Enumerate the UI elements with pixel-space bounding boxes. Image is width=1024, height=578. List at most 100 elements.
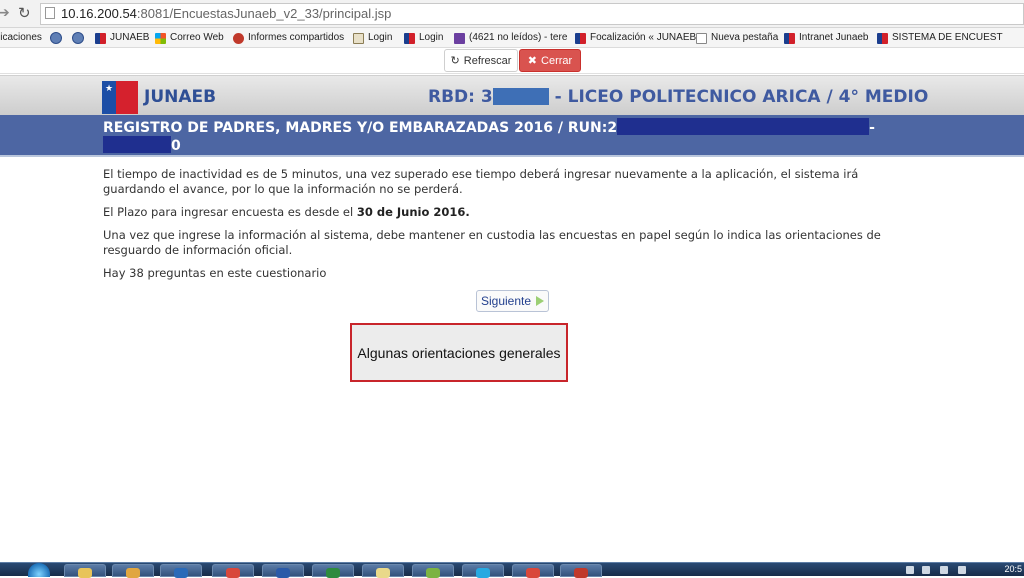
bookmark-label: Nueva pestaña bbox=[711, 32, 779, 43]
arrow-right-icon bbox=[536, 296, 545, 306]
refresh-label: Refrescar bbox=[463, 54, 512, 67]
site-header: ★ JUNAEB RBD: 3 - LICEO POLITECNICO ARIC… bbox=[0, 75, 1024, 115]
taskbar-excel-icon[interactable] bbox=[312, 564, 354, 578]
folder-icon bbox=[78, 568, 92, 578]
excel-icon bbox=[326, 568, 340, 578]
acrobat-icon bbox=[574, 568, 588, 578]
taskbar-chrome-icon[interactable] bbox=[160, 564, 202, 578]
form-title: REGISTRO DE PADRES, MADRES Y/O EMBARAZAD… bbox=[103, 118, 875, 136]
taskbar-clock[interactable]: 20:5 bbox=[1004, 564, 1022, 574]
refresh-button[interactable]: ↻ Refrescar bbox=[444, 49, 518, 72]
star-icon: ★ bbox=[105, 84, 114, 94]
bookmark-item[interactable]: (4621 no leídos) - tere bbox=[454, 28, 567, 47]
close-button[interactable]: ✖ Cerrar bbox=[519, 49, 581, 72]
bookmark-item[interactable]: Correo Web bbox=[155, 28, 224, 47]
taskbar-notes-icon[interactable] bbox=[362, 564, 404, 578]
bookmark-label: Informes compartidos bbox=[248, 32, 345, 43]
bookmark-label: Focalización « JUNAEB bbox=[590, 32, 697, 43]
globe-icon bbox=[72, 32, 84, 44]
url-host: 10.16.200.54 bbox=[61, 6, 137, 21]
chrome-icon bbox=[174, 568, 188, 578]
bookmark-item[interactable] bbox=[50, 28, 66, 47]
question-count: Hay 38 preguntas en este cuestionario bbox=[103, 266, 327, 280]
bookmark-item[interactable]: Nueva pestaña bbox=[696, 28, 779, 47]
bookmark-label: Login bbox=[419, 32, 444, 43]
bookmark-item[interactable]: Informes compartidos bbox=[233, 28, 345, 47]
bookmark-item[interactable]: Intranet Junaeb bbox=[784, 28, 869, 47]
rbd-label: RBD: 3 bbox=[428, 87, 493, 107]
bookmark-item[interactable]: Focalización « JUNAEB bbox=[575, 28, 697, 47]
login-icon bbox=[353, 32, 364, 44]
form-title-suffix-2: 0 bbox=[171, 138, 181, 154]
taskbar-skype-icon[interactable] bbox=[462, 564, 504, 578]
x-icon: ✖ bbox=[527, 55, 538, 67]
media-icon bbox=[526, 568, 540, 578]
start-button[interactable] bbox=[28, 563, 50, 577]
document-icon bbox=[696, 32, 707, 44]
taskbar-app-icon[interactable] bbox=[212, 564, 254, 578]
bookmarks-bar: licaciones JUNAEB Correo Web Informes co… bbox=[0, 28, 1024, 48]
bookmark-item[interactable]: JUNAEB bbox=[95, 28, 150, 47]
taskbar-media-icon[interactable] bbox=[512, 564, 554, 578]
deadline-text: El Plazo para ingresar encuesta es desde… bbox=[103, 205, 357, 219]
url-input[interactable]: 10.16.200.54:8081/EncuestasJunaeb_v2_33/… bbox=[40, 3, 1024, 25]
notes-icon bbox=[376, 568, 390, 578]
app-toolbar: ↻ Refrescar ✖ Cerrar bbox=[0, 48, 1024, 74]
bookmark-item[interactable]: SISTEMA DE ENCUEST bbox=[877, 28, 1003, 47]
inactivity-notice: El tiempo de inactividad es de 5 minutos… bbox=[103, 167, 859, 196]
windows-taskbar: 20:5 bbox=[0, 562, 1024, 578]
bookmark-label: SISTEMA DE ENCUEST bbox=[892, 32, 1003, 43]
reload-icon[interactable]: ↻ bbox=[18, 4, 31, 22]
app-icon bbox=[226, 568, 240, 578]
bookmark-item[interactable]: Login bbox=[404, 28, 444, 47]
next-label: Siguiente bbox=[480, 294, 532, 308]
custody-notice: Una vez que ingrese la información al si… bbox=[103, 228, 881, 257]
redaction-block bbox=[492, 88, 549, 105]
form-title-continuation: 0 bbox=[103, 136, 181, 154]
page-icon bbox=[45, 7, 55, 19]
tray-icon[interactable] bbox=[906, 566, 914, 574]
outlook-icon bbox=[126, 568, 140, 578]
chile-flag-icon bbox=[877, 32, 888, 44]
bookmark-item[interactable] bbox=[72, 28, 88, 47]
government-logo: ★ bbox=[102, 81, 138, 114]
redaction-block bbox=[617, 118, 870, 135]
bookmark-label: JUNAEB bbox=[110, 32, 150, 43]
forward-arrow-icon[interactable]: ➔ bbox=[0, 5, 10, 21]
bookmark-item[interactable]: licaciones bbox=[0, 28, 42, 47]
taskbar-acrobat-icon[interactable] bbox=[560, 564, 602, 578]
form-title-band: REGISTRO DE PADRES, MADRES Y/O EMBARAZAD… bbox=[0, 115, 1024, 157]
chile-flag-icon bbox=[95, 32, 106, 44]
tray-icon[interactable] bbox=[958, 566, 966, 574]
red-circle-icon bbox=[233, 32, 244, 44]
bookmark-label: licaciones bbox=[0, 32, 42, 43]
deadline-notice: El Plazo para ingresar encuesta es desde… bbox=[103, 205, 923, 220]
chile-flag-icon bbox=[404, 32, 415, 44]
taskbar-folder-icon[interactable] bbox=[64, 564, 106, 578]
chile-flag-icon bbox=[575, 32, 586, 44]
explorer-icon bbox=[426, 568, 440, 578]
form-title-suffix: - bbox=[869, 120, 875, 136]
next-button[interactable]: Siguiente bbox=[476, 290, 549, 312]
tray-icon[interactable] bbox=[922, 566, 930, 574]
close-label: Cerrar bbox=[541, 54, 573, 67]
brand-title: JUNAEB bbox=[144, 87, 217, 107]
deadline-date: 30 de Junio 2016. bbox=[356, 205, 470, 219]
redaction-block bbox=[103, 136, 171, 153]
orientation-box[interactable]: Algunas orientaciones generales bbox=[350, 323, 568, 382]
orientation-label: Algunas orientaciones generales bbox=[357, 344, 561, 361]
taskbar-outlook-icon[interactable] bbox=[112, 564, 154, 578]
word-icon bbox=[276, 568, 290, 578]
tray-icon[interactable] bbox=[940, 566, 948, 574]
globe-icon bbox=[50, 32, 62, 44]
skype-icon bbox=[476, 568, 490, 578]
refresh-icon: ↻ bbox=[450, 55, 460, 67]
logo-red-field bbox=[116, 81, 138, 114]
address-bar-row: ➔ ↻ 10.16.200.54:8081/EncuestasJunaeb_v2… bbox=[0, 0, 1024, 28]
url-path: :8081/EncuestasJunaeb_v2_33/principal.js… bbox=[136, 6, 392, 21]
bookmark-label: Intranet Junaeb bbox=[799, 32, 869, 43]
taskbar-explorer-icon[interactable] bbox=[412, 564, 454, 578]
bookmark-item[interactable]: Login bbox=[353, 28, 392, 47]
taskbar-word-icon[interactable] bbox=[262, 564, 304, 578]
microsoft-icon bbox=[155, 32, 166, 44]
